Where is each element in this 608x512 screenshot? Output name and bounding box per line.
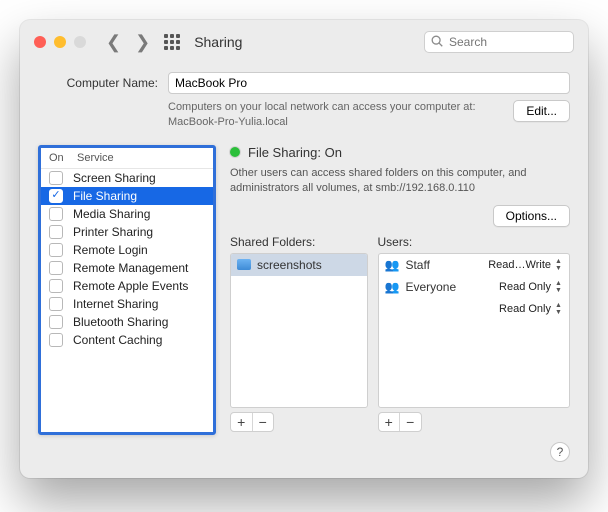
permission-label: Read…Write <box>488 259 551 271</box>
service-label: Remote Apple Events <box>73 279 188 293</box>
show-all-prefs-button[interactable] <box>164 34 180 50</box>
user-row[interactable]: 👥 Everyone Read Only ▲▼ <box>379 276 570 298</box>
service-checkbox[interactable] <box>49 171 63 185</box>
services-header: On Service <box>41 148 213 169</box>
users-title: Users: <box>378 235 571 249</box>
computer-name-input[interactable] <box>168 72 570 94</box>
status-description: Other users can access shared folders on… <box>230 166 570 197</box>
service-label: Media Sharing <box>73 207 150 221</box>
shared-folders-column: Shared Folders: screenshots + − <box>230 235 368 432</box>
remove-user-button[interactable]: − <box>400 413 421 431</box>
window-title: Sharing <box>194 34 242 50</box>
back-button[interactable]: ❮ <box>106 32 121 53</box>
service-item[interactable]: Remote Login <box>41 241 213 259</box>
stepper-arrows-icon: ▲▼ <box>555 258 563 272</box>
close-window-button[interactable] <box>34 36 46 48</box>
service-checkbox[interactable] <box>49 315 63 329</box>
folder-icon <box>237 259 251 270</box>
service-label: Printer Sharing <box>73 225 153 239</box>
computer-name-help: Computers on your local network can acce… <box>168 100 503 131</box>
add-user-button[interactable]: + <box>379 413 401 431</box>
status-led-icon <box>230 147 240 157</box>
shared-folders-list[interactable]: screenshots <box>230 253 368 408</box>
service-checkbox[interactable] <box>49 297 63 311</box>
service-item[interactable]: Remote Management <box>41 259 213 277</box>
service-checkbox[interactable] <box>49 333 63 347</box>
options-button[interactable]: Options... <box>493 205 570 227</box>
service-checkbox[interactable] <box>49 243 63 257</box>
search-wrap <box>424 31 574 53</box>
user-name: Staff <box>405 258 429 272</box>
service-checkbox[interactable] <box>49 207 63 221</box>
stepper-arrows-icon: ▲▼ <box>555 280 563 294</box>
status-title: File Sharing: On <box>248 145 342 160</box>
permission-stepper[interactable]: Read Only ▲▼ <box>499 280 563 294</box>
permission-label: Read Only <box>499 303 551 315</box>
service-item[interactable]: Bluetooth Sharing <box>41 313 213 331</box>
services-header-on: On <box>49 152 77 164</box>
pane-body: Computer Name: Computers on your local n… <box>20 64 588 478</box>
search-input[interactable] <box>424 31 574 53</box>
minimize-window-button[interactable] <box>54 36 66 48</box>
help-button[interactable]: ? <box>550 442 570 462</box>
service-item[interactable]: Printer Sharing <box>41 223 213 241</box>
sharing-prefs-window: ❮ ❯ Sharing Computer Name: Computers on … <box>20 20 588 478</box>
titlebar: ❮ ❯ Sharing <box>20 20 588 64</box>
service-label: Remote Login <box>73 243 148 257</box>
service-label: Screen Sharing <box>73 171 156 185</box>
service-item[interactable]: Remote Apple Events <box>41 277 213 295</box>
edit-hostname-button[interactable]: Edit... <box>513 100 570 122</box>
service-label: File Sharing <box>73 189 137 203</box>
service-detail: File Sharing: On Other users can access … <box>230 145 570 462</box>
checkmark-icon: ✓ <box>51 190 60 201</box>
service-checkbox[interactable] <box>49 261 63 275</box>
service-checkbox[interactable] <box>49 279 63 293</box>
window-controls <box>34 36 86 48</box>
users-addremove: + − <box>378 412 422 432</box>
zoom-window-button[interactable] <box>74 36 86 48</box>
remove-folder-button[interactable]: − <box>253 413 274 431</box>
shared-folders-addremove: + − <box>230 412 274 432</box>
services-list: On Service Screen Sharing ✓ File Sharing Me… <box>38 145 216 435</box>
shared-folder-row[interactable]: screenshots <box>231 254 367 276</box>
service-label: Internet Sharing <box>73 297 158 311</box>
services-header-service: Service <box>77 152 207 164</box>
search-icon <box>430 34 444 48</box>
stepper-arrows-icon: ▲▼ <box>555 302 563 316</box>
permission-label: Read Only <box>499 281 551 293</box>
folder-name: screenshots <box>257 258 322 272</box>
user-row[interactable]: 👥 Staff Read…Write ▲▼ <box>379 254 570 276</box>
service-checkbox[interactable]: ✓ <box>49 189 63 203</box>
user-row[interactable]: Read Only ▲▼ <box>379 298 570 320</box>
group-icon: 👥 <box>385 258 400 272</box>
shared-folders-title: Shared Folders: <box>230 235 368 249</box>
service-item[interactable]: Screen Sharing <box>41 169 213 187</box>
group-icon: 👥 <box>385 280 400 294</box>
permission-stepper[interactable]: Read…Write ▲▼ <box>488 258 563 272</box>
user-name: Everyone <box>405 280 456 294</box>
permission-stepper[interactable]: Read Only ▲▼ <box>499 302 563 316</box>
service-label: Remote Management <box>73 261 188 275</box>
service-item[interactable]: ✓ File Sharing <box>41 187 213 205</box>
computer-name-label: Computer Name: <box>38 76 158 90</box>
users-column: Users: 👥 Staff Read…Write ▲▼ 👥 Everyone Read O… <box>378 235 571 432</box>
service-item[interactable]: Media Sharing <box>41 205 213 223</box>
forward-button[interactable]: ❯ <box>135 32 150 53</box>
service-label: Bluetooth Sharing <box>73 315 168 329</box>
service-item[interactable]: Content Caching <box>41 331 213 349</box>
service-label: Content Caching <box>73 333 162 347</box>
nav-arrows: ❮ ❯ <box>106 32 150 53</box>
service-checkbox[interactable] <box>49 225 63 239</box>
service-item[interactable]: Internet Sharing <box>41 295 213 313</box>
users-list[interactable]: 👥StaffRead…Write▲▼👥EveryoneRead Only▲▼Re… <box>378 253 571 408</box>
add-folder-button[interactable]: + <box>231 413 253 431</box>
